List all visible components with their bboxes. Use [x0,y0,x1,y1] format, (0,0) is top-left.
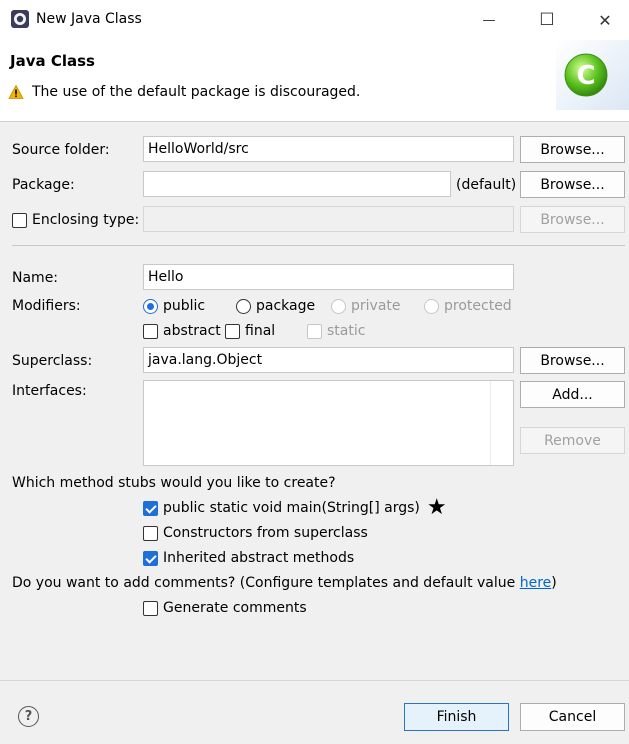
finish-button[interactable]: Finish [404,703,509,731]
package-default-hint: (default) [456,177,517,193]
stub-main-option[interactable]: public static void main(String[] args) ★ [143,495,447,520]
stub-inherited-checkbox[interactable] [143,550,158,566]
superclass-browse-button[interactable]: Browse... [520,347,625,374]
wizard-message: The use of the default package is discou… [32,84,361,100]
modifier-package-option[interactable]: package [236,298,315,314]
comments-question-suffix: ) [551,575,557,591]
svg-text:C: C [576,61,595,91]
interfaces-list[interactable] [143,380,514,466]
source-folder-label: Source folder: [12,142,110,158]
generate-comments-label: Generate comments [163,600,307,616]
modifier-final-label: final [245,323,276,339]
modifier-package-label: package [256,298,316,314]
stub-main-checkbox[interactable] [143,500,158,516]
section-separator [12,245,625,246]
modifier-abstract-label: abstract [163,323,221,339]
configure-templates-link[interactable]: here [520,575,552,591]
generate-comments-checkbox[interactable] [143,600,158,616]
footer-separator [0,680,629,681]
package-label: Package: [12,177,75,193]
stub-main-label: public static void main(String[] args) [163,500,420,516]
wizard-title: Java Class [10,52,95,70]
modifier-static-label: static [327,323,366,339]
title-bar[interactable]: New Java Class — ☐ ✕ [0,0,629,40]
help-icon-glyph: ? [24,709,33,724]
method-stubs-question: Which method stubs would you like to cre… [12,475,336,491]
interfaces-remove-button: Remove [520,427,625,454]
generate-comments-option[interactable]: Generate comments [143,600,307,616]
cancel-button[interactable]: Cancel [520,703,625,731]
comments-question-prefix: Do you want to add comments? (Configure … [12,575,520,591]
modifier-protected-option: protected [424,298,512,314]
source-folder-browse-button[interactable]: Browse... [520,136,625,163]
superclass-label: Superclass: [12,353,93,369]
package-input[interactable] [143,171,451,197]
stub-constructors-checkbox[interactable] [143,525,158,541]
modifiers-label: Modifiers: [12,298,81,314]
modifier-package-radio[interactable] [236,298,251,314]
star-icon: ★ [426,495,447,520]
modifier-public-radio[interactable] [143,298,158,314]
maximize-button[interactable]: ☐ [521,0,573,40]
modifier-static-option: static [307,323,365,339]
source-folder-input[interactable]: HelloWorld/src [143,136,514,162]
name-label: Name: [12,270,59,286]
modifier-private-option: private [331,298,401,314]
modifier-protected-radio [424,298,439,314]
modifier-static-checkbox [307,323,322,339]
interfaces-add-button[interactable]: Add... [520,381,625,408]
stub-inherited-label: Inherited abstract methods [163,550,355,566]
minimize-icon: — [482,12,496,28]
maximize-icon: ☐ [539,10,555,30]
enclosing-type-checkbox[interactable] [12,212,27,228]
modifier-abstract-checkbox[interactable] [143,323,158,339]
close-icon: ✕ [598,10,612,30]
close-button[interactable]: ✕ [579,0,629,40]
warning-icon [8,84,24,99]
modifier-private-label: private [351,298,401,314]
modifier-abstract-option[interactable]: abstract [143,323,221,339]
comments-question: Do you want to add comments? (Configure … [12,575,557,591]
modifier-final-checkbox[interactable] [225,323,240,339]
stub-constructors-label: Constructors from superclass [163,525,368,541]
package-browse-button[interactable]: Browse... [520,171,625,198]
enclosing-type-option[interactable]: Enclosing type: [12,212,139,228]
enclosing-type-browse-button: Browse... [520,206,625,233]
modifier-public-label: public [163,298,206,314]
modifier-public-option[interactable]: public [143,298,205,314]
modifier-private-radio [331,298,346,314]
interfaces-label: Interfaces: [12,383,87,399]
eclipse-app-icon [11,10,29,28]
stub-constructors-option[interactable]: Constructors from superclass [143,525,368,541]
enclosing-type-label: Enclosing type: [32,212,140,228]
superclass-input[interactable]: java.lang.Object [143,347,514,373]
help-icon[interactable]: ? [18,706,39,727]
enclosing-type-input [143,206,514,232]
class-name-input[interactable]: Hello [143,264,514,290]
minimize-button[interactable]: — [463,0,515,40]
java-class-wizard-icon: C [556,40,629,110]
stub-inherited-option[interactable]: Inherited abstract methods [143,550,354,566]
window-title: New Java Class [36,11,142,27]
interfaces-list-divider [490,381,491,465]
modifier-final-option[interactable]: final [225,323,275,339]
wizard-header: Java Class The use of the default packag… [0,40,629,122]
modifier-protected-label: protected [444,298,512,314]
